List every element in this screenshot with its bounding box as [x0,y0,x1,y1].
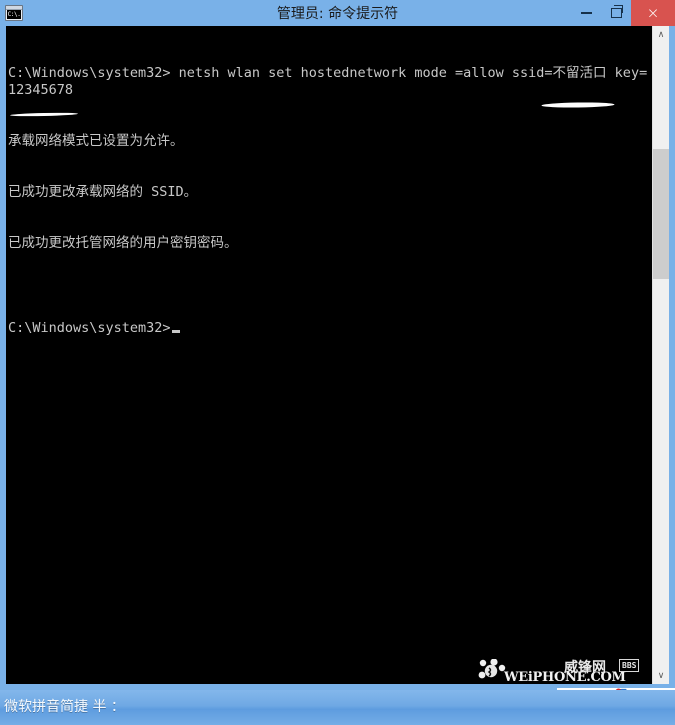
minimize-icon [580,12,592,14]
command-prompt-icon [5,5,23,21]
ime-status-indicator[interactable]: 微软拼音简捷 半 ： [4,696,125,716]
scrollbar-down-arrow[interactable]: ∨ [653,667,669,684]
console-client-area[interactable]: C:\Windows\system32> netsh wlan set host… [6,26,669,684]
console-cursor [171,330,180,333]
scrollbar-thumb[interactable] [653,149,669,279]
console-prompt-line: C:\Windows\system32> [8,320,652,337]
scrollbar-up-arrow[interactable]: ∧ [653,26,669,43]
minimize-button[interactable] [571,0,601,26]
console-line: 已成功更改托管网络的用户密钥密码。 [8,235,238,251]
console-scrollbar[interactable]: ∧ ∨ [652,26,669,684]
annotation-underline-ssid [541,102,615,108]
console-prompt: C:\Windows\system32> [8,320,171,336]
window-controls: × [571,0,675,26]
annotation-underline-key [9,112,79,117]
desktop-background: 管理员: 命令提示符 × C:\Windows\system32> netsh … [0,0,675,725]
restore-icon [610,5,623,18]
console-output[interactable]: C:\Windows\system32> netsh wlan set host… [6,26,652,684]
console-line: C:\Windows\system32> netsh wlan set host… [8,65,648,98]
close-icon: × [646,4,660,22]
console-line: 承载网络模式已设置为允许。 [8,133,184,149]
console-line: 已成功更改承载网络的 SSID。 [8,184,198,200]
title-bar[interactable]: 管理员: 命令提示符 × [0,0,675,26]
command-prompt-window: 管理员: 命令提示符 × C:\Windows\system32> netsh … [0,0,675,690]
close-button[interactable]: × [631,0,675,26]
restore-button[interactable] [601,0,631,26]
taskbar: 微软拼音简捷 半 ： [0,690,675,725]
